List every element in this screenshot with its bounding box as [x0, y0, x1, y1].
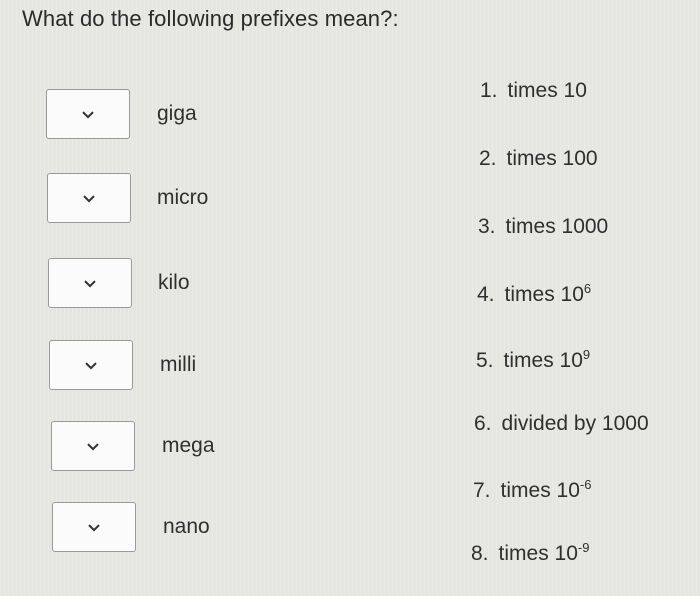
option-text: times 10	[507, 79, 587, 102]
prefix-term: micro	[157, 186, 209, 209]
option-exponent: 9	[582, 347, 591, 362]
option-3: 3. times 1000	[478, 215, 608, 239]
option-text: times 10	[498, 542, 578, 565]
answer-dropdown-micro[interactable]	[47, 173, 131, 223]
option-exponent: 6	[583, 281, 592, 296]
option-text: times 1000	[505, 215, 609, 238]
option-number: 8.	[471, 542, 489, 565]
option-8: 8. times 10-9	[471, 540, 590, 566]
option-text: times 100	[506, 147, 598, 170]
option-text: divided by 1000	[501, 412, 649, 435]
option-text: times 10	[503, 349, 583, 372]
option-exponent: -6	[579, 477, 592, 492]
question-title: What do the following prefixes mean?:	[22, 6, 399, 31]
option-2: 2. times 100	[479, 147, 598, 171]
option-1: 1. times 10	[480, 79, 587, 103]
chevron-down-icon	[83, 195, 95, 203]
option-number: 2.	[479, 147, 497, 170]
prefix-term: nano	[163, 515, 210, 538]
chevron-down-icon	[84, 280, 96, 288]
answer-dropdown-kilo[interactable]	[48, 258, 132, 308]
option-number: 7.	[473, 479, 491, 502]
chevron-down-icon	[88, 524, 100, 532]
answer-dropdown-milli[interactable]	[49, 340, 133, 390]
answer-dropdown-mega[interactable]	[51, 421, 135, 471]
option-7: 7. times 10-6	[473, 477, 592, 503]
option-6: 6. divided by 1000	[474, 412, 649, 436]
prefix-term: milli	[160, 353, 197, 376]
chevron-down-icon	[87, 443, 99, 451]
prefix-term: kilo	[158, 271, 190, 294]
option-text: times 10	[504, 283, 584, 306]
option-number: 5.	[476, 349, 494, 372]
prefix-term: mega	[162, 434, 215, 457]
option-number: 3.	[478, 215, 496, 238]
option-5: 5. times 109	[476, 347, 591, 373]
answer-dropdown-giga[interactable]	[46, 89, 130, 139]
answer-dropdown-nano[interactable]	[52, 502, 136, 552]
option-number: 1.	[480, 79, 498, 102]
chevron-down-icon	[82, 111, 94, 119]
option-exponent: -9	[577, 540, 590, 555]
option-text: times 10	[500, 479, 580, 502]
option-number: 4.	[477, 283, 495, 306]
option-4: 4. times 106	[477, 281, 592, 307]
chevron-down-icon	[85, 362, 97, 370]
prefix-term: giga	[157, 102, 197, 125]
option-number: 6.	[474, 412, 492, 435]
